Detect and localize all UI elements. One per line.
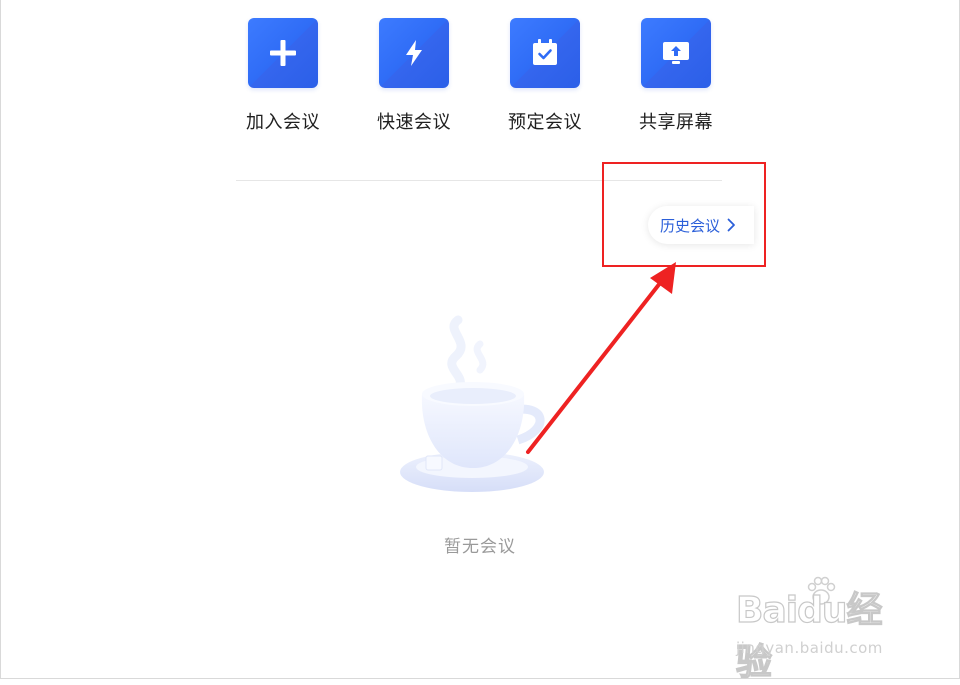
empty-state-text: 暂无会议 [444, 537, 516, 557]
quick-meeting-action[interactable]: 快速会议 [369, 18, 459, 134]
calendar-check-icon [533, 39, 557, 65]
schedule-meeting-label: 预定会议 [508, 112, 582, 133]
watermark: Baidu经验 jingyan.baidu.com [732, 575, 912, 684]
screen-share-icon [663, 42, 689, 64]
share-screen-button[interactable] [641, 18, 711, 88]
quick-actions: 加入会议 快速会议 预定会议 共享屏幕 [0, 18, 960, 148]
lightning-icon [406, 40, 422, 66]
quick-meeting-button[interactable] [379, 18, 449, 88]
join-meeting-label: 加入会议 [246, 112, 320, 133]
share-screen-action[interactable]: 共享屏幕 [631, 18, 721, 134]
schedule-meeting-button[interactable] [510, 18, 580, 88]
quick-meeting-label: 快速会议 [377, 112, 451, 133]
watermark-main: Baidu经验 [735, 589, 883, 683]
join-meeting-action[interactable]: 加入会议 [238, 18, 328, 134]
schedule-meeting-action[interactable]: 预定会议 [500, 18, 590, 134]
plus-icon [270, 40, 296, 66]
coffee-cup-icon [396, 312, 556, 502]
watermark-url: jingyan.baidu.com [736, 639, 883, 657]
annotation-highlight-box [602, 162, 766, 267]
join-meeting-button[interactable] [248, 18, 318, 88]
share-screen-label: 共享屏幕 [639, 112, 713, 133]
